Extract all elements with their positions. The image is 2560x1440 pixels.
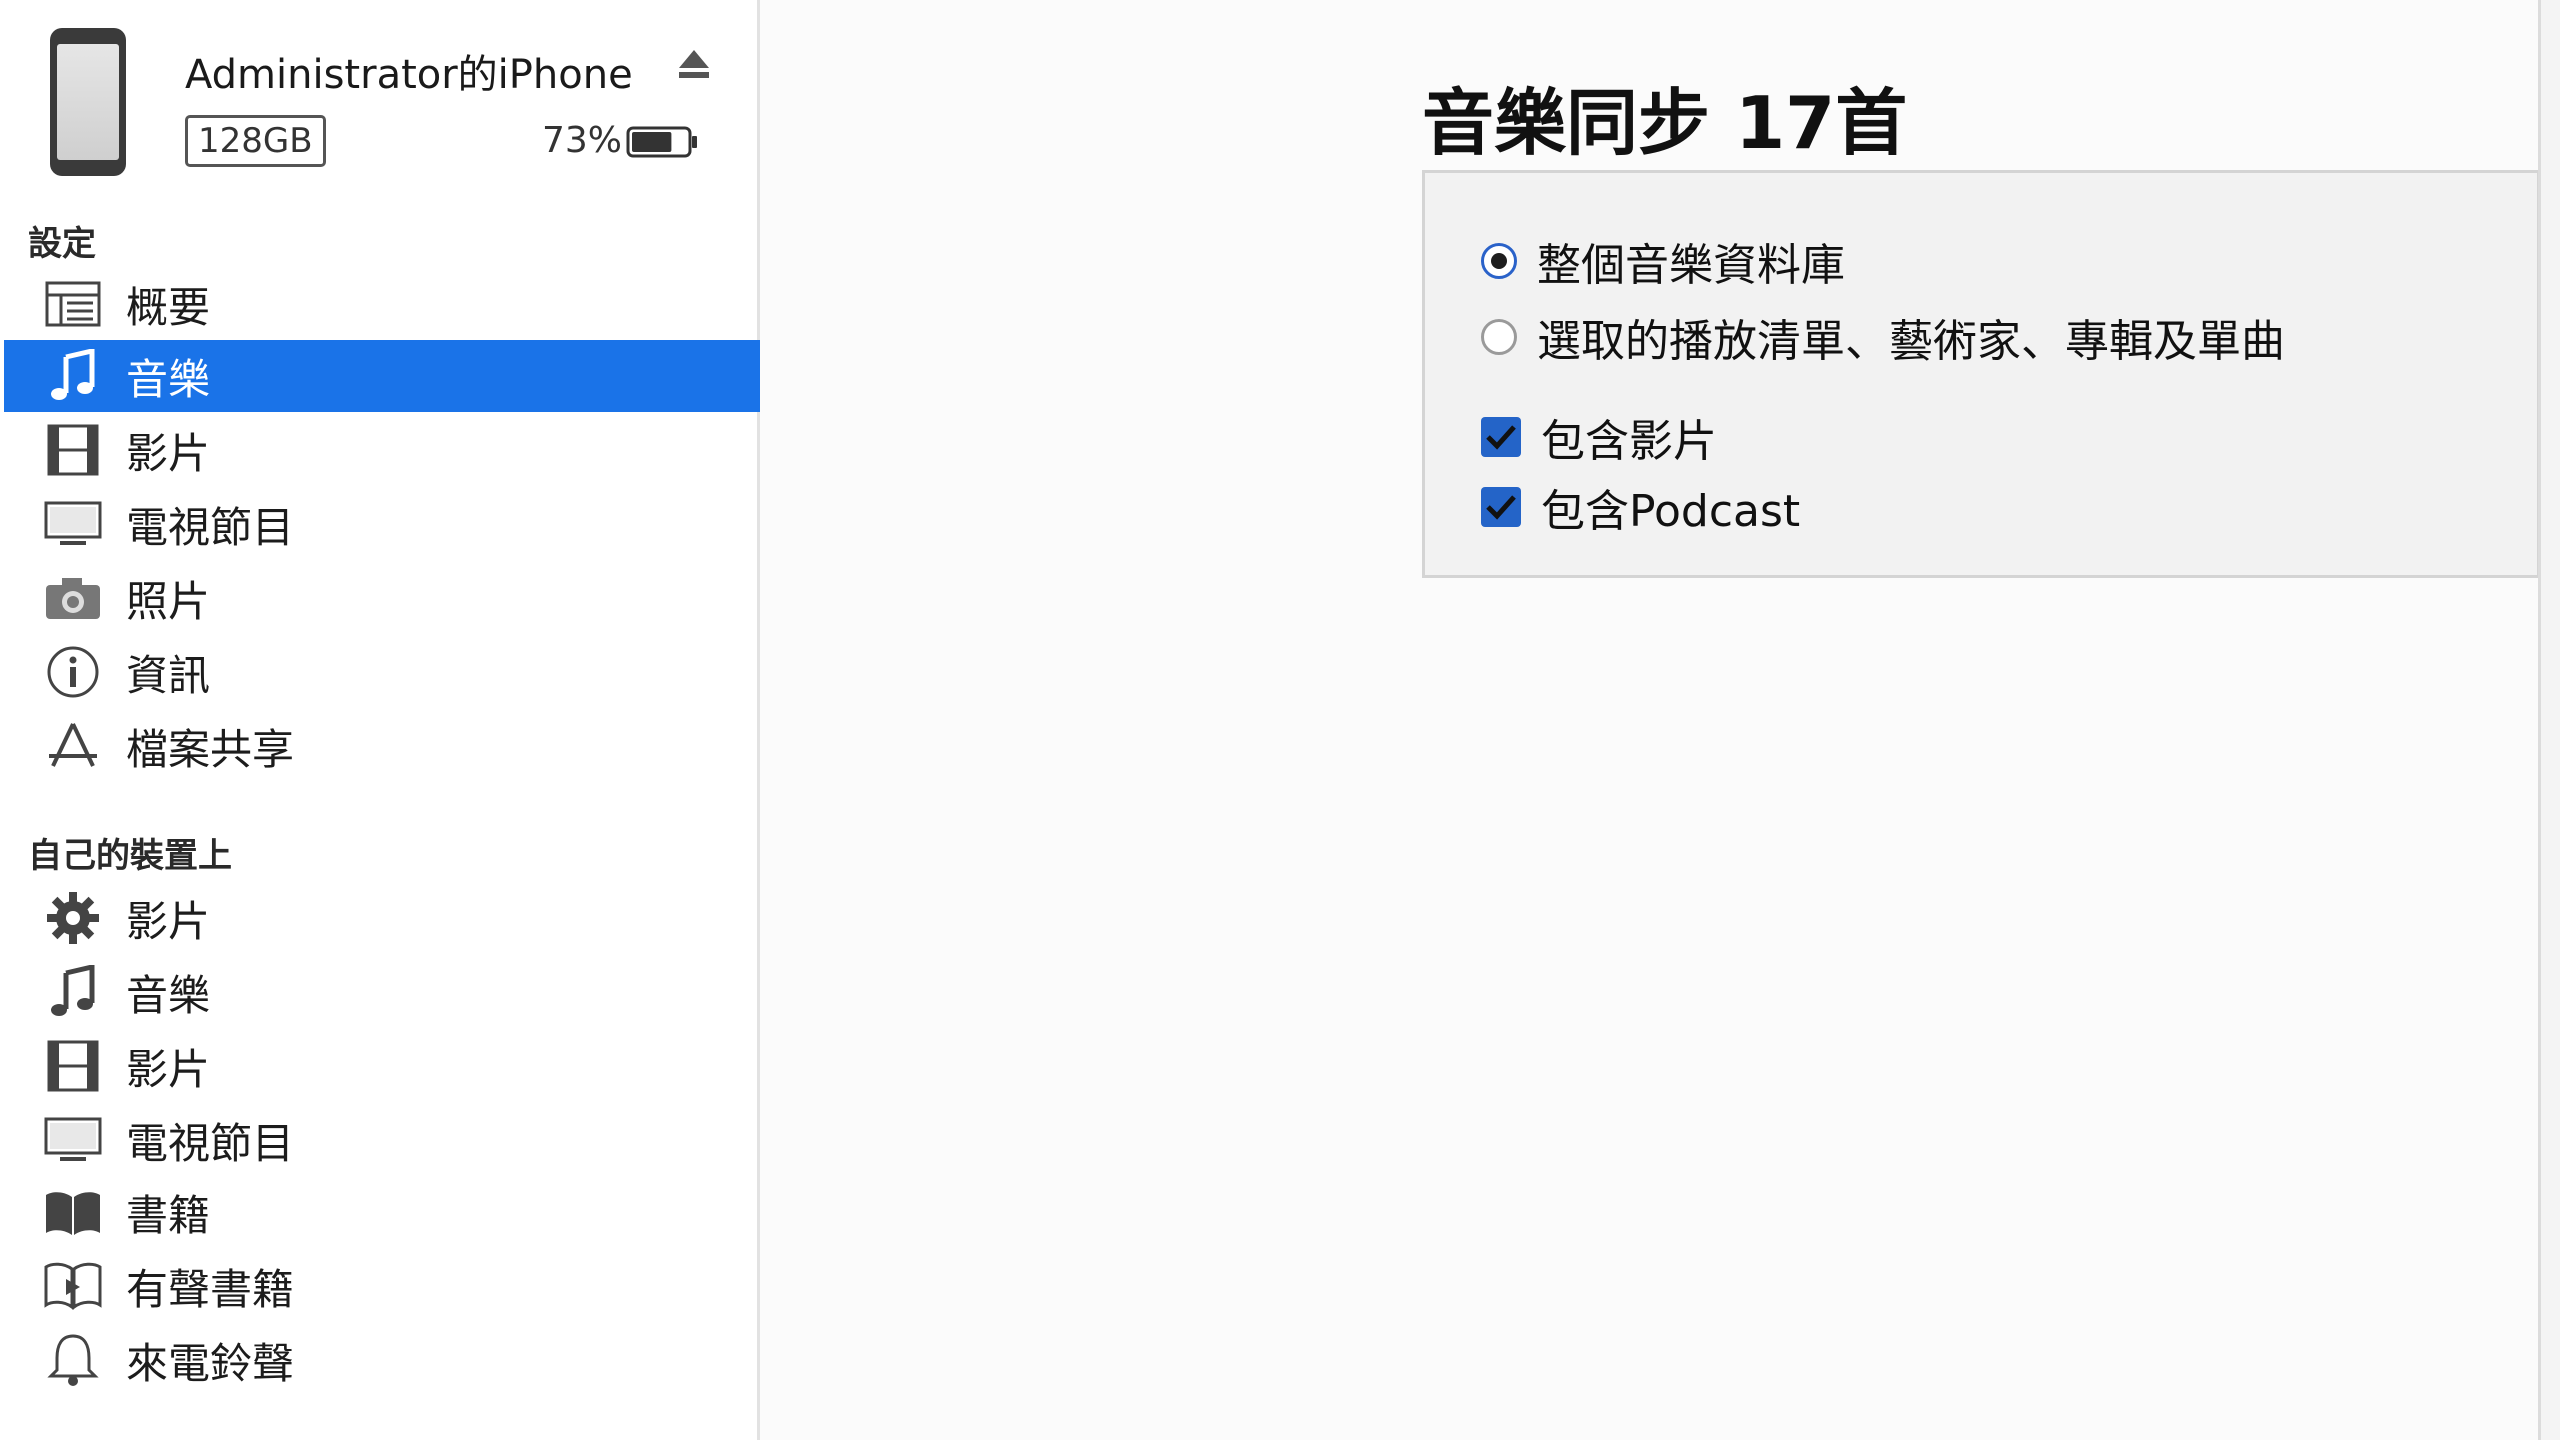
audiobook-icon	[42, 1255, 104, 1317]
sidebar-item-label: 資訊	[126, 650, 211, 700]
checkbox-include-videos[interactable]: 包含影片	[1481, 405, 1717, 469]
music-note-icon	[42, 961, 104, 1023]
app-store-icon	[42, 715, 104, 777]
sidebar-item-photos[interactable]: 照片	[4, 562, 760, 634]
radio-entire-library-label: 整個音樂資料庫	[1537, 240, 1845, 291]
sidebar-item-file-sharing[interactable]: 檔案共享	[4, 710, 760, 782]
checkmark-icon	[1486, 425, 1516, 450]
checkbox-include-videos-box[interactable]	[1481, 417, 1521, 457]
sidebar-item-music[interactable]: 音樂	[4, 340, 760, 412]
sidebar-item-label: 影片	[126, 428, 211, 478]
radio-entire-library[interactable]: 整個音樂資料庫	[1481, 229, 1845, 293]
tv-icon	[42, 1109, 104, 1171]
sidebar-item-info[interactable]: 資訊	[4, 636, 760, 708]
radio-selected-items-label: 選取的播放清單、藝術家、專輯及單曲	[1537, 316, 2285, 367]
film-icon	[42, 1035, 104, 1097]
page-title: 音樂同步 17首	[1422, 81, 1908, 165]
ondevice-item-music[interactable]: 音樂	[4, 956, 760, 1028]
ondevice-item-audiobooks[interactable]: 有聲書籍	[4, 1250, 760, 1322]
radio-selected-items[interactable]: 選取的播放清單、藝術家、專輯及單曲	[1481, 305, 2285, 369]
checkbox-include-videos-label: 包含影片	[1541, 416, 1717, 467]
sidebar-item-summary[interactable]: 概要	[4, 268, 760, 340]
film-icon	[42, 419, 104, 481]
music-sync-options-panel: 整個音樂資料庫 選取的播放清單、藝術家、專輯及單曲 包含影片 包含Podcast	[1422, 170, 2540, 578]
ondevice-item-books[interactable]: 書籍	[4, 1176, 760, 1248]
battery-percent: 73%	[542, 120, 623, 161]
sidebar-item-movies[interactable]: 影片	[4, 414, 760, 486]
sidebar-item-label: 來電鈴聲	[126, 1338, 295, 1388]
eject-icon[interactable]	[676, 46, 712, 82]
sidebar: Administrator的iPhone 128GB 73% 設定 概要 音樂 …	[0, 0, 760, 1440]
sidebar-item-label: 概要	[126, 282, 211, 332]
sidebar-item-label: 音樂	[126, 354, 211, 404]
sidebar-item-label: 有聲書籍	[126, 1264, 295, 1314]
ondevice-item-movies-gear[interactable]: 影片	[4, 882, 760, 954]
sidebar-item-label: 書籍	[126, 1190, 211, 1240]
on-device-header: 自己的裝置上	[28, 836, 232, 876]
sidebar-item-tv-shows[interactable]: 電視節目	[4, 488, 760, 560]
music-note-icon	[42, 345, 104, 407]
sidebar-item-label: 影片	[126, 896, 211, 946]
tv-icon	[42, 493, 104, 555]
battery-icon	[626, 126, 697, 158]
device-name: Administrator的iPhone	[185, 52, 633, 98]
ondevice-item-ringtones[interactable]: 來電鈴聲	[4, 1324, 760, 1396]
checkbox-include-podcast-box[interactable]	[1481, 487, 1521, 527]
summary-list-icon	[42, 273, 104, 335]
window-right-edge	[2538, 0, 2560, 1440]
checkbox-include-podcast[interactable]: 包含Podcast	[1481, 475, 1800, 539]
sidebar-item-label: 電視節目	[126, 1118, 295, 1168]
ondevice-item-tv-shows[interactable]: 電視節目	[4, 1104, 760, 1176]
capacity-badge: 128GB	[185, 115, 326, 167]
checkmark-icon	[1486, 495, 1516, 520]
camera-icon	[42, 567, 104, 629]
sidebar-item-label: 影片	[126, 1044, 211, 1094]
radio-button-entire-library[interactable]	[1481, 243, 1517, 279]
checkbox-include-podcast-label: 包含Podcast	[1541, 486, 1801, 537]
sidebar-item-label: 電視節目	[126, 502, 295, 552]
device-header[interactable]: Administrator的iPhone 128GB 73%	[0, 0, 760, 190]
gear-icon	[42, 887, 104, 949]
bell-icon	[42, 1329, 104, 1391]
sidebar-item-label: 照片	[126, 576, 211, 626]
settings-header: 設定	[28, 224, 96, 264]
phone-icon	[50, 28, 126, 176]
radio-button-selected-items[interactable]	[1481, 319, 1517, 355]
book-icon	[42, 1181, 104, 1243]
sidebar-item-label: 音樂	[126, 970, 211, 1020]
sidebar-item-label: 檔案共享	[126, 724, 295, 774]
info-icon	[42, 641, 104, 703]
ondevice-item-movies[interactable]: 影片	[4, 1030, 760, 1102]
